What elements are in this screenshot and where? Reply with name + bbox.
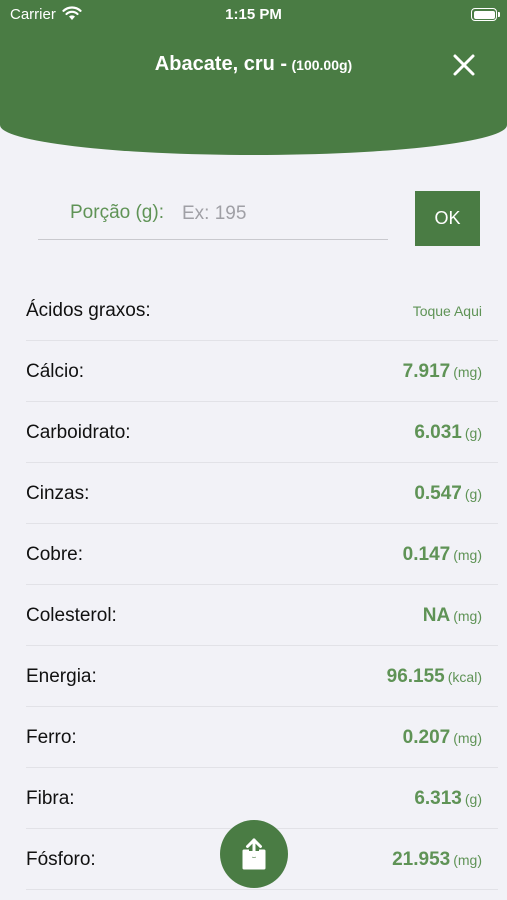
page-title: Abacate, cru - (100.00g) xyxy=(0,53,507,76)
nutrient-value: 7.917 xyxy=(402,361,451,382)
nutrient-value: 0.147 xyxy=(402,544,451,565)
nutrient-value: 96.155 xyxy=(386,666,445,687)
ok-button[interactable]: OK xyxy=(415,191,480,246)
nutrient-name: Colesterol: xyxy=(26,605,117,626)
nutrient-unit: (kcal) xyxy=(447,669,482,685)
nutrient-value: 6.031 xyxy=(414,422,462,443)
food-name: Abacate, cru - xyxy=(154,53,288,75)
portion-label: Porção (g): xyxy=(70,202,164,223)
nutrient-unit: (mg) xyxy=(453,730,482,746)
nutrient-name: Energia: xyxy=(26,666,97,687)
nutrient-unit: (mg) xyxy=(453,547,482,563)
nutrient-name: Cinzas: xyxy=(26,483,90,504)
nutrient-name: Cálcio: xyxy=(26,361,85,382)
nutrient-name: Fibra: xyxy=(26,788,75,809)
portion-field: Porção (g): xyxy=(38,190,388,240)
share-button[interactable] xyxy=(220,820,288,888)
nutrient-value: NA xyxy=(422,605,451,626)
portion-amount: (100.00g) xyxy=(291,57,353,73)
nutrient-name: Carboidrato: xyxy=(26,422,131,443)
nutrient-name: Cobre: xyxy=(26,544,84,565)
nutrient-name: Ácidos graxos: xyxy=(26,300,151,321)
list-item: Energia: 96.155 (kcal) xyxy=(26,646,498,707)
status-bar: Carrier 1:15 PM xyxy=(0,0,507,30)
nutrient-name: Fósforo: xyxy=(26,849,96,870)
nutrient-unit: (mg) xyxy=(453,364,482,380)
list-item: Carboidrato: 6.031 (g) xyxy=(26,402,498,463)
list-item[interactable]: Ácidos graxos: Toque Aqui xyxy=(26,280,498,341)
nutrient-unit: (g) xyxy=(464,425,482,441)
close-icon[interactable] xyxy=(452,53,476,77)
list-item: Fibra: 6.313 (g) xyxy=(26,768,498,829)
nutrient-value: 21.953 xyxy=(392,849,451,870)
nutrient-unit: (g) xyxy=(464,791,482,807)
nutrient-value: 0.547 xyxy=(414,483,462,504)
portion-input[interactable] xyxy=(182,198,382,230)
nutrient-unit: (g) xyxy=(464,486,482,502)
nutrient-unit: (mg) xyxy=(453,852,482,868)
list-item: Colesterol: NA (mg) xyxy=(26,585,498,646)
nutrient-list: Ácidos graxos: Toque Aqui Cálcio: 7.917(… xyxy=(0,280,507,890)
list-item: Ferro: 0.207 (mg) xyxy=(26,707,498,768)
nutrient-value: 0.207 xyxy=(402,727,451,748)
tap-here-link[interactable]: Toque Aqui xyxy=(413,303,482,319)
list-item: Cinzas: 0.547 (g) xyxy=(26,463,498,524)
share-icon xyxy=(242,838,266,870)
nutrient-value: 6.313 xyxy=(414,788,462,809)
nutrient-unit: (mg) xyxy=(453,608,482,624)
battery-icon xyxy=(471,8,500,21)
list-item: Cobre: 0.147 (mg) xyxy=(26,524,498,585)
list-item: Cálcio: 7.917 (mg) xyxy=(26,341,498,402)
clock: 1:15 PM xyxy=(225,6,282,23)
nutrient-name: Ferro: xyxy=(26,727,77,748)
